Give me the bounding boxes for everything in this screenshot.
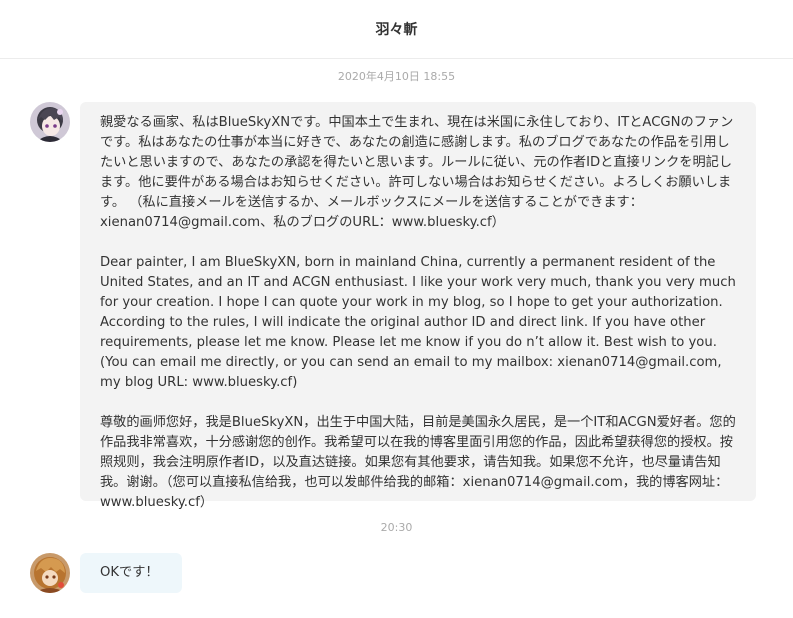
message-timestamp: 20:30 — [380, 521, 413, 534]
message-text: OKです！ — [100, 565, 159, 580]
anime-girl-avatar-icon[interactable] — [30, 102, 70, 142]
conversation-title: 羽々斬 — [375, 22, 418, 38]
message-text-english: Dear painter, I am BlueSkyXN, born in ma… — [100, 255, 736, 390]
anime-character-avatar-icon[interactable] — [30, 553, 70, 593]
message-bubble[interactable]: 親愛なる画家、私はBlueSkyXNです。中国本土で生まれ、現在は米国に永住して… — [80, 102, 756, 510]
message-timestamp: 2020年4月10日 18:55 — [337, 70, 456, 83]
message-text-chinese: 尊敬的画师您好，我是BlueSkyXN，出生于中国大陆，目前是美国永久居民，是一… — [100, 415, 736, 510]
message-bubble-reply[interactable]: OKです！ — [80, 553, 182, 593]
chat-header: 羽々斬 — [0, 0, 793, 59]
message-text-japanese: 親愛なる画家、私はBlueSkyXNです。中国本土で生まれ、現在は米国に永住して… — [100, 115, 734, 230]
